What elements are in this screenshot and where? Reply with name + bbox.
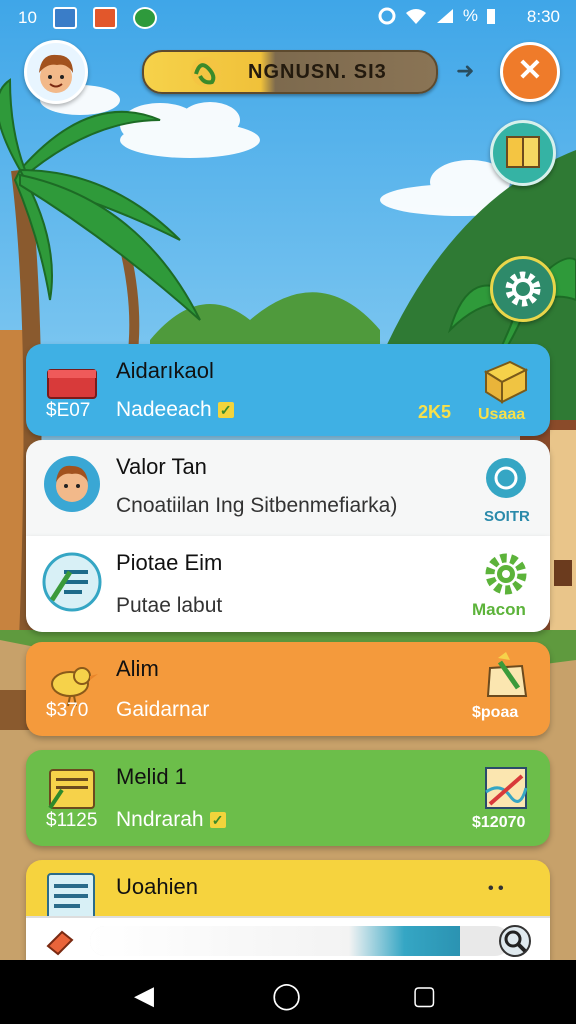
status-time: 8:30	[526, 7, 560, 26]
progress-fill	[90, 926, 460, 956]
battery-icon	[487, 9, 495, 24]
card-price: $370	[46, 700, 89, 721]
eraser-icon[interactable]	[44, 926, 76, 956]
card-title: Alim	[116, 656, 159, 681]
card-right-label: Usaaa	[478, 406, 526, 423]
gear-icon	[485, 553, 527, 595]
page-title: NGNUSN. SI3	[248, 61, 387, 83]
card-title: Melid 1	[116, 764, 187, 789]
card-subtitle: Gaidarnar	[116, 698, 210, 721]
card-right-label: $poaa	[472, 704, 519, 721]
player-avatar[interactable]	[24, 40, 88, 104]
nav-home-button[interactable]: ◯	[272, 980, 301, 1011]
pretzel-badge-icon	[191, 57, 221, 87]
card-right-label: Macon	[472, 600, 526, 619]
card-item-3[interactable]: Piotae Eim Putae labut Macon	[26, 536, 550, 632]
settings-button[interactable]	[490, 256, 556, 322]
card-subtitle: Cnoatiilan Ing Sitbenmefiarka)	[116, 494, 398, 517]
target-icon	[486, 458, 526, 498]
card-right-label: • •	[488, 880, 504, 897]
card-value: 2K5	[418, 402, 452, 422]
nav-recents-button[interactable]: ▢	[412, 980, 437, 1011]
nav-back-button[interactable]: ◀	[134, 980, 154, 1011]
alarm-icon	[378, 7, 396, 25]
card-subtitle: Nadeeach ✓	[116, 398, 234, 422]
check-icon: ✓	[217, 402, 234, 419]
notes-icon	[42, 552, 102, 612]
bottom-action-bar	[26, 916, 550, 962]
status-bar: 10 % 8:30	[0, 0, 576, 34]
card-title: Uoahien	[116, 874, 198, 899]
book-icon	[506, 136, 540, 168]
crate-icon	[483, 360, 529, 404]
gallery-icon	[52, 7, 77, 29]
wifi-icon	[405, 9, 426, 24]
close-button[interactable]: ✕	[500, 42, 560, 102]
card-right-label: SOITR	[484, 508, 530, 525]
map-icon	[485, 767, 528, 809]
card-item-2[interactable]: Valor Tan Cnoatiilan Ing Sitbenmefiarka)…	[26, 440, 550, 536]
share-arrow-button[interactable]: ➜	[456, 58, 484, 83]
title-banner: NGNUSN. SI3	[142, 50, 438, 94]
card-title: Valor Tan	[116, 454, 207, 479]
card-title: Aidarıkaol	[116, 358, 214, 383]
card-item-1[interactable]: Aidarıkaol $E07 Nadeeach ✓ 2K5 Usaaa	[26, 344, 550, 436]
check-icon: ✓	[209, 812, 226, 829]
book-button[interactable]	[490, 120, 556, 186]
system-nav-bar: ◀ ◯ ▢	[0, 960, 576, 1024]
card-price: $1125	[46, 810, 98, 831]
card-price: $E07	[46, 400, 91, 421]
card-subtitle: Putae labut	[116, 594, 223, 617]
card-title: Piotae Eim	[116, 550, 223, 575]
card-subtitle: Nndrarah ✓	[116, 808, 226, 832]
avatar-boy-icon	[39, 54, 73, 93]
card-item-5[interactable]: Melid 1 $1125 Nndrarah ✓ $12070	[26, 750, 550, 846]
progress-bar	[90, 926, 510, 956]
game-notification-icon	[132, 7, 157, 29]
avatar-boy-icon	[44, 456, 100, 512]
battery-percent-symbol: %	[462, 6, 478, 25]
gear-icon	[505, 271, 541, 307]
app-notification-icon	[92, 7, 117, 29]
status-left-text: 10	[18, 8, 37, 27]
card-right-label: $12070	[472, 814, 526, 831]
search-icon[interactable]	[498, 924, 534, 958]
card-item-4[interactable]: Alim $370 Gaidarnar $poaa	[26, 642, 550, 736]
shopping-bag-icon	[486, 652, 528, 697]
signal-icon	[436, 9, 453, 23]
